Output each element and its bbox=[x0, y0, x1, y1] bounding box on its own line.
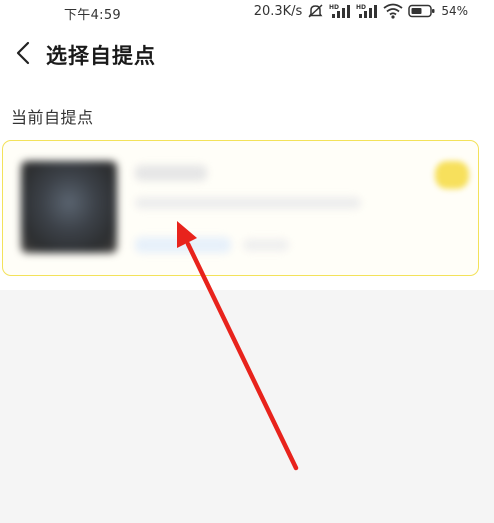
battery-icon bbox=[408, 3, 436, 19]
status-bar: 下午4:59 20.3K/s HD HD 54% bbox=[0, 0, 494, 26]
selected-badge bbox=[435, 161, 469, 189]
hd-signal-icon: HD bbox=[356, 3, 378, 19]
mute-icon bbox=[307, 3, 324, 19]
screen: 下午4:59 20.3K/s HD HD 54% 选择自提点 当前自提点 bbox=[0, 0, 494, 523]
svg-text:HD: HD bbox=[356, 4, 366, 11]
store-distance-blurred bbox=[243, 239, 289, 251]
store-name-blurred bbox=[135, 165, 207, 181]
store-address-blurred bbox=[135, 197, 361, 209]
network-speed: 20.3K/s bbox=[253, 3, 303, 19]
store-tag-blurred bbox=[135, 237, 231, 253]
section-label: 当前自提点 bbox=[11, 108, 94, 127]
battery-percent: 54% bbox=[441, 4, 468, 18]
back-button[interactable] bbox=[8, 36, 38, 70]
header: 选择自提点 bbox=[0, 30, 494, 78]
svg-text:HD: HD bbox=[329, 4, 339, 11]
chevron-left-icon bbox=[8, 36, 38, 70]
page-title: 选择自提点 bbox=[46, 44, 156, 68]
hd-signal-icon: HD bbox=[329, 3, 351, 19]
pickup-point-list-area bbox=[0, 290, 494, 523]
status-time: 下午4:59 bbox=[64, 8, 121, 23]
store-image bbox=[21, 161, 117, 253]
wifi-icon bbox=[383, 3, 403, 19]
current-pickup-point-card[interactable] bbox=[2, 140, 479, 276]
status-right: 20.3K/s HD HD 54% bbox=[254, 3, 468, 19]
